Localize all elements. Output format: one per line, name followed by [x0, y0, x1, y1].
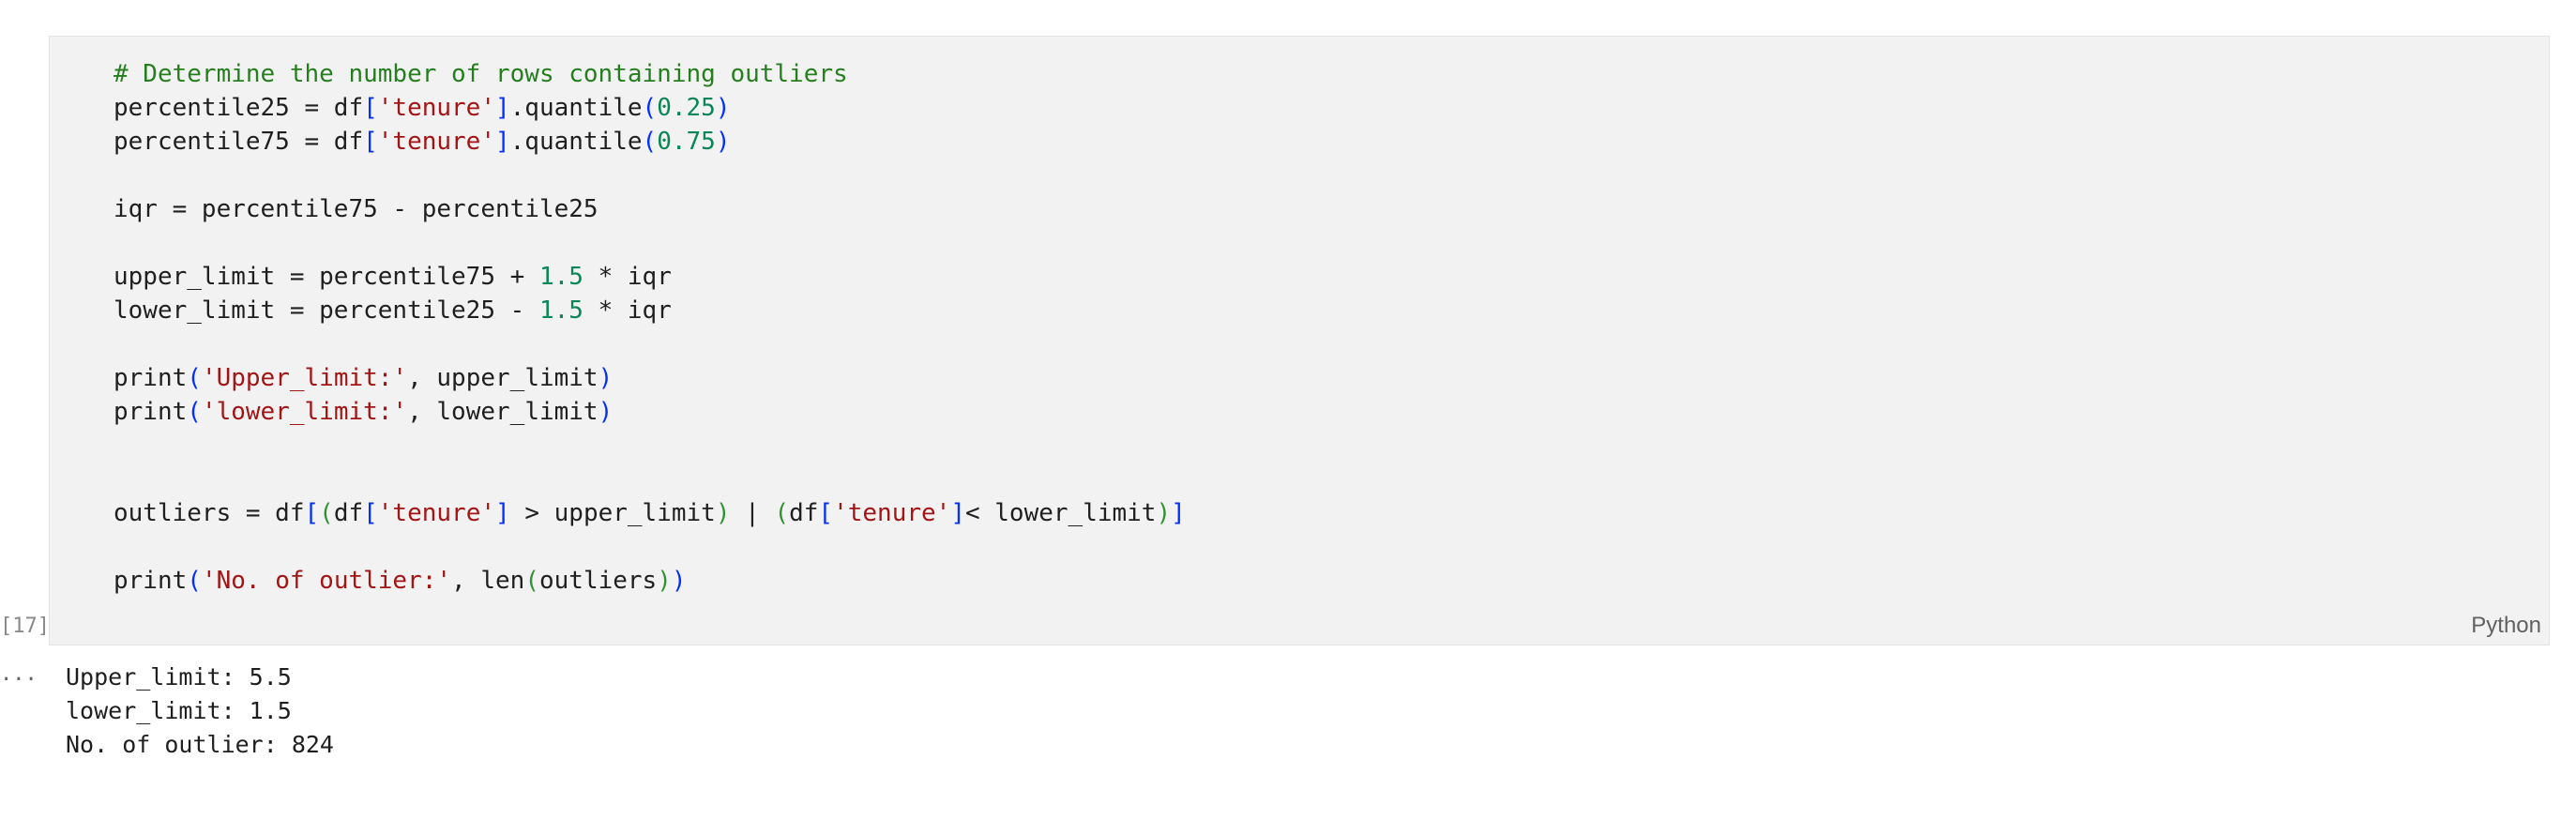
code-token-default: * iqr — [583, 296, 672, 325]
code-token-string: 'No. of outlier:' — [201, 567, 452, 595]
code-line[interactable] — [114, 530, 1186, 564]
code-line[interactable]: outliers = df[(df['tenure'] > upper_limi… — [114, 496, 1186, 530]
code-token-number: 1.5 — [538, 263, 583, 291]
code-line[interactable] — [114, 159, 1186, 192]
code-line[interactable]: percentile75 = df['tenure'].quantile(0.7… — [114, 125, 1186, 159]
code-token-b1: [ — [818, 499, 834, 527]
code-token-b1: ( — [187, 567, 202, 595]
code-token-default: print — [114, 364, 188, 392]
code-line[interactable] — [114, 463, 1186, 496]
code-token-b2: ) — [1156, 499, 1172, 527]
code-token-string: 'tenure' — [377, 128, 495, 156]
code-token-number: 1.5 — [538, 296, 583, 325]
output-line: Upper_limit: 5.5 — [66, 663, 292, 691]
code-token-b1: ) — [598, 398, 614, 426]
code-token-b1: ) — [671, 567, 687, 595]
code-token-default: lower_limit = percentile25 - — [114, 296, 539, 325]
code-token-b1: ] — [495, 128, 510, 156]
code-line[interactable]: percentile25 = df['tenure'].quantile(0.2… — [114, 91, 1186, 125]
language-label[interactable]: Python — [2471, 613, 2541, 639]
output-more-icon[interactable]: ... — [0, 662, 38, 686]
code-editor[interactable]: # Determine the number of rows containin… — [114, 57, 1186, 598]
code-token-b1: ( — [187, 364, 202, 392]
code-token-default: < lower_limit — [964, 499, 1157, 527]
code-token-default: upper_limit = percentile75 + — [114, 263, 539, 291]
output-line: No. of outlier: 824 — [66, 731, 334, 758]
code-token-default: percentile75 = df — [114, 128, 364, 156]
code-line[interactable] — [114, 226, 1186, 260]
code-token-b1: [ — [304, 499, 320, 527]
code-token-b1: [ — [363, 499, 378, 527]
code-token-default: print — [114, 398, 188, 426]
code-token-default: * iqr — [583, 263, 672, 291]
code-token-default: df — [789, 499, 819, 527]
code-token-default: .quantile — [509, 128, 643, 156]
code-token-default: .quantile — [509, 94, 643, 122]
code-token-string: 'tenure' — [377, 94, 495, 122]
code-cell[interactable]: # Determine the number of rows containin… — [49, 36, 2550, 645]
code-token-b1: ( — [187, 398, 202, 426]
code-token-b1: [ — [363, 94, 378, 122]
code-line[interactable]: print('No. of outlier:', len(outliers)) — [114, 564, 1186, 598]
code-token-b1: [ — [363, 128, 378, 156]
output-line: lower_limit: 1.5 — [66, 697, 292, 724]
code-token-default: df — [333, 499, 364, 527]
code-token-default: , lower_limit — [407, 398, 599, 426]
code-token-b1: ) — [715, 128, 731, 156]
code-token-number: 0.75 — [657, 128, 716, 156]
code-token-b1: ] — [950, 499, 965, 527]
code-token-b2: ( — [774, 499, 790, 527]
code-token-b2: ( — [319, 499, 334, 527]
code-token-b1: ( — [642, 128, 658, 156]
code-token-string: 'tenure' — [833, 499, 951, 527]
code-line[interactable]: print('Upper_limit:', upper_limit) — [114, 361, 1186, 395]
code-line[interactable]: # Determine the number of rows containin… — [114, 57, 1186, 91]
code-token-b1: ( — [642, 94, 658, 122]
code-token-default: , upper_limit — [407, 364, 599, 392]
code-token-b1: ] — [495, 499, 510, 527]
code-token-default: percentile25 = df — [114, 94, 364, 122]
code-token-string: 'Upper_limit:' — [201, 364, 408, 392]
code-line[interactable]: lower_limit = percentile25 - 1.5 * iqr — [114, 294, 1186, 327]
code-token-string: 'tenure' — [377, 499, 496, 527]
execution-count: [17] — [0, 615, 50, 638]
code-token-b2: ( — [524, 567, 539, 595]
code-token-b1: ) — [715, 94, 731, 122]
code-line[interactable] — [114, 429, 1186, 463]
code-line[interactable]: upper_limit = percentile75 + 1.5 * iqr — [114, 260, 1186, 294]
code-token-b2: ) — [657, 567, 672, 595]
code-token-default: > upper_limit — [509, 499, 716, 527]
code-token-default: iqr = percentile75 - percentile25 — [114, 195, 599, 223]
code-token-number: 0.25 — [657, 94, 716, 122]
code-token-b2: ) — [715, 499, 731, 527]
code-token-string: 'lower_limit:' — [201, 398, 408, 426]
code-token-b1: ] — [1171, 499, 1186, 527]
code-token-default: | — [730, 499, 775, 527]
code-token-default: print — [114, 567, 188, 595]
code-token-default: outliers = df — [114, 499, 305, 527]
code-token-default: , len — [451, 567, 525, 595]
code-line[interactable]: print('lower_limit:', lower_limit) — [114, 395, 1186, 429]
cell-output: Upper_limit: 5.5 lower_limit: 1.5 No. of o… — [66, 661, 334, 762]
code-line[interactable]: iqr = percentile75 - percentile25 — [114, 192, 1186, 226]
code-token-b1: ] — [495, 94, 510, 122]
code-token-comment: # Determine the number of rows containin… — [114, 60, 848, 88]
code-token-default: outliers — [538, 567, 658, 595]
code-token-b1: ) — [598, 364, 614, 392]
code-line[interactable] — [114, 327, 1186, 361]
